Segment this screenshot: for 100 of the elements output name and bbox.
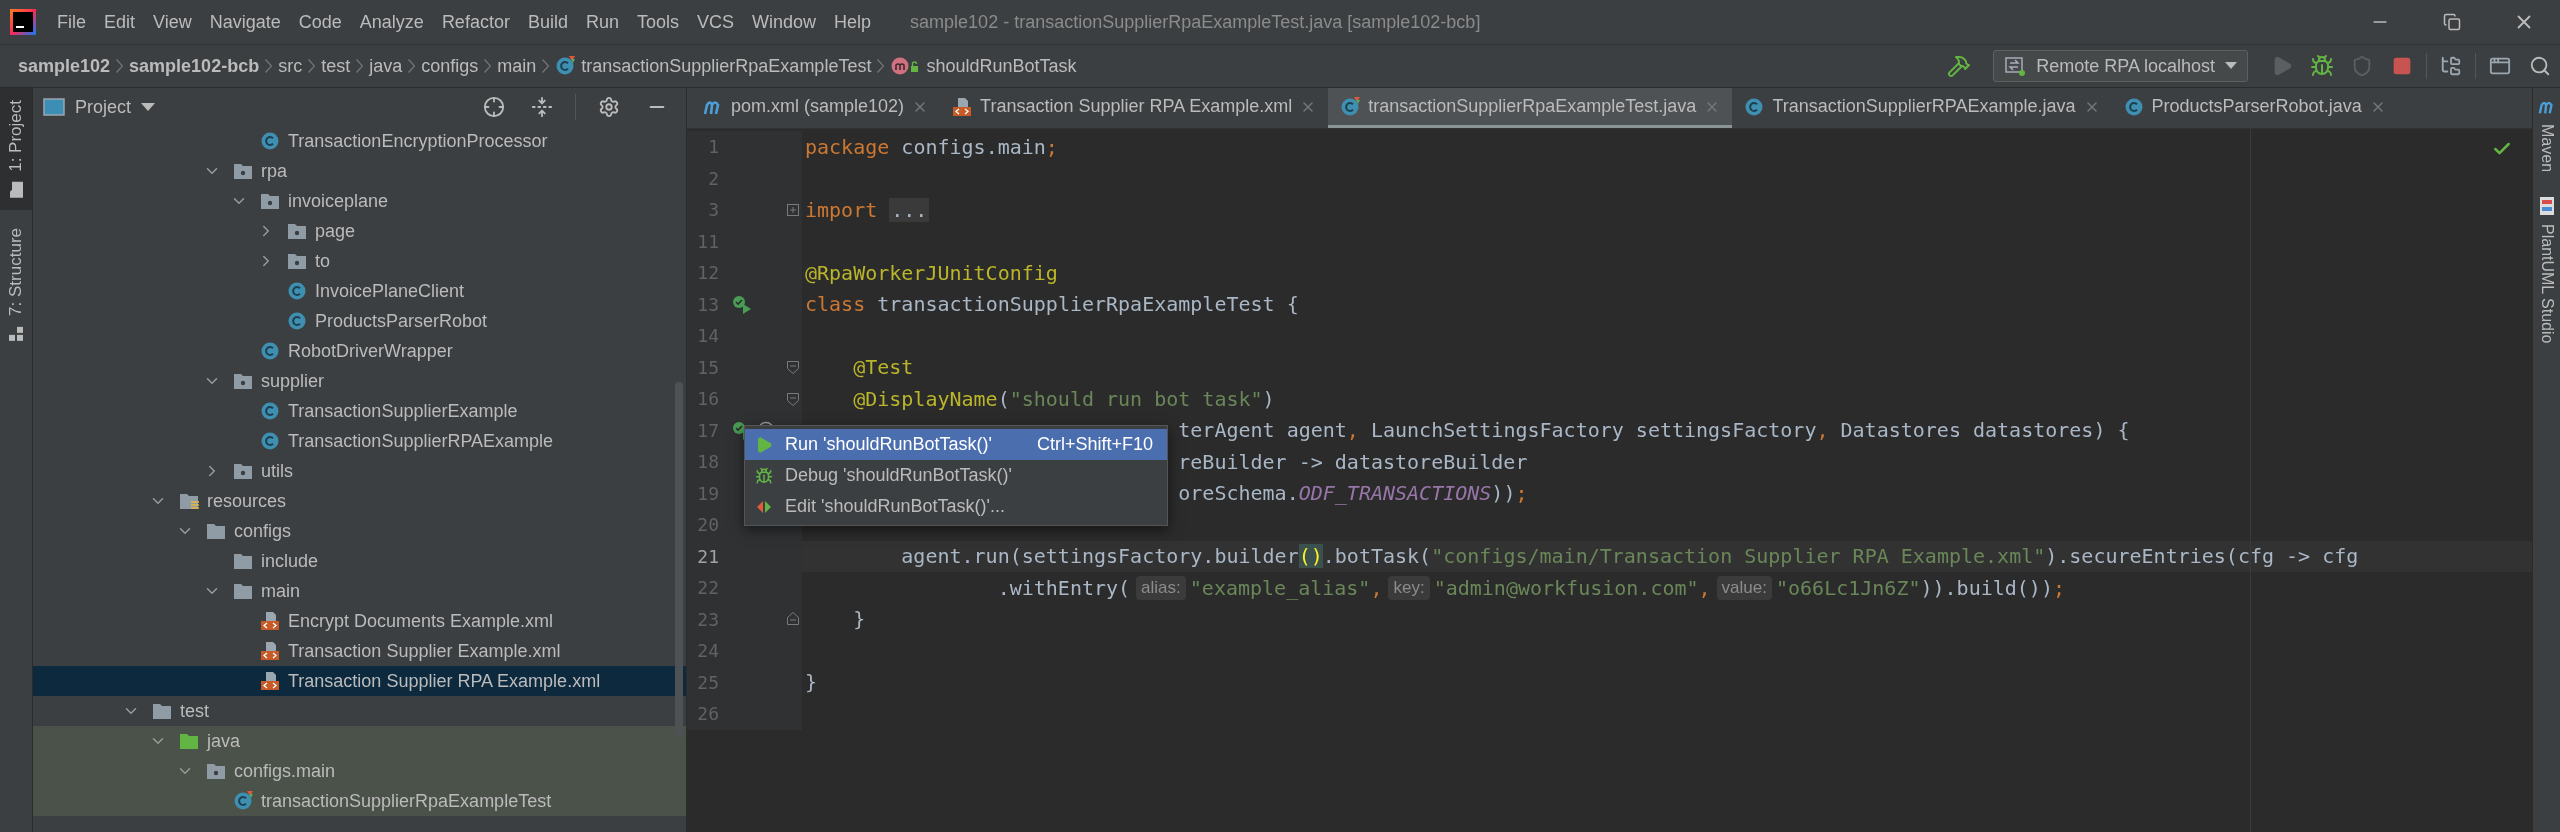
- menu-item[interactable]: Navigate: [200, 6, 290, 38]
- menu-item[interactable]: Tools: [627, 6, 688, 38]
- parameter-hint: value:: [1716, 575, 1772, 600]
- tree-item[interactable]: supplier: [33, 366, 686, 396]
- breadcrumb[interactable]: test: [315, 55, 357, 77]
- tree-item[interactable]: test: [33, 696, 686, 726]
- menu-item[interactable]: Code: [289, 6, 351, 38]
- code-line: class transactionSupplierRpaExampleTest {: [805, 292, 1299, 317]
- tree-item[interactable]: InvoicePlaneClient: [33, 276, 686, 306]
- tree-item[interactable]: to: [33, 246, 686, 276]
- tool-window-tab[interactable]: PlantUML Studio: [2533, 186, 2560, 354]
- line-number: 21: [696, 545, 719, 567]
- menu-item[interactable]: Edit 'shouldRunBotTask()'...: [745, 491, 1167, 522]
- parameter-hint: alias:: [1136, 575, 1186, 600]
- class-icon: [2123, 96, 2144, 117]
- collapse-all-icon[interactable]: [531, 96, 553, 118]
- tree-item[interactable]: transactionSupplierRpaExampleTest: [33, 786, 686, 816]
- settings-icon[interactable]: [598, 96, 620, 118]
- run-icon[interactable]: [731, 294, 753, 315]
- debug-icon[interactable]: [2310, 54, 2334, 78]
- tree-item[interactable]: utils: [33, 456, 686, 486]
- tree-item[interactable]: java: [33, 726, 686, 756]
- breadcrumb[interactable]: main: [491, 55, 543, 77]
- folder-icon: [233, 552, 253, 570]
- editor-tab[interactable]: pom.xml (sample102): [691, 88, 941, 128]
- stop-icon[interactable]: [2392, 56, 2412, 76]
- breadcrumb[interactable]: configs: [415, 55, 485, 77]
- scrollbar-thumb[interactable]: [675, 382, 683, 737]
- tree-item[interactable]: TransactionEncryptionProcessor: [33, 126, 686, 156]
- tree-item[interactable]: configs: [33, 516, 686, 546]
- editor-tab[interactable]: transactionSupplierRpaExampleTest.java: [1328, 88, 1733, 128]
- code-text: .withEntry(: [996, 575, 1131, 600]
- breadcrumb[interactable]: transactionSupplierRpaExampleTest: [549, 55, 878, 77]
- folder-icon: [179, 732, 199, 750]
- package-icon: [233, 462, 253, 480]
- package-icon: [233, 162, 253, 180]
- breadcrumb[interactable]: src: [272, 55, 309, 77]
- tree-item[interactable]: configs.main: [33, 756, 686, 786]
- tool-window-tab[interactable]: 1: Project: [0, 88, 32, 210]
- tool-window-tab[interactable]: Maven: [2533, 88, 2560, 183]
- menu-item[interactable]: Build: [518, 6, 577, 38]
- tree-item[interactable]: TransactionSupplierExample: [33, 396, 686, 426]
- tree-item[interactable]: resources: [33, 486, 686, 516]
- project-view-dropdown[interactable]: Project: [43, 96, 156, 118]
- locate-icon[interactable]: [483, 96, 505, 118]
- tree-item[interactable]: page: [33, 216, 686, 246]
- xml-file-icon: [952, 96, 973, 117]
- menu-item[interactable]: Run: [576, 6, 628, 38]
- search-icon[interactable]: [2529, 55, 2551, 77]
- test-class-icon: [1340, 96, 1361, 117]
- menu-item[interactable]: Help: [825, 6, 881, 38]
- code-line: agent.run(settingsFactory.builder().botTask("configs/main/Transaction Supplier RPA Example.xml").secureEntries(cfg -> cfg: [900, 544, 2359, 569]
- editor-tab[interactable]: Transaction Supplier RPA Example.xml: [940, 88, 1329, 128]
- package-icon: [206, 762, 226, 780]
- menu-item[interactable]: View: [144, 6, 201, 38]
- menu-item[interactable]: VCS: [688, 6, 743, 38]
- fold-marker-icon[interactable]: [785, 390, 800, 407]
- build-icon[interactable]: [1947, 54, 1972, 78]
- tree-item[interactable]: Transaction Supplier Example.xml: [33, 636, 686, 666]
- restore-icon[interactable]: [2443, 13, 2461, 31]
- tree-item[interactable]: Encrypt Documents Example.xml: [33, 606, 686, 636]
- menu-item[interactable]: Refactor: [432, 6, 519, 38]
- tree-item[interactable]: invoiceplane: [33, 186, 686, 216]
- tree-item[interactable]: RobotDriverWrapper: [33, 336, 686, 366]
- editor-tab[interactable]: TransactionSupplierRPAExample.java: [1732, 88, 2112, 128]
- xml-file-icon: [260, 611, 280, 631]
- tree-item[interactable]: TransactionSupplierRPAExample: [33, 426, 686, 456]
- fold-marker-icon[interactable]: [785, 201, 800, 218]
- breadcrumb[interactable]: java: [363, 55, 409, 77]
- xml-file-icon: [260, 671, 280, 691]
- folded-code[interactable]: ...: [889, 197, 930, 222]
- menu-item[interactable]: Window: [743, 6, 826, 38]
- tree-item[interactable]: Transaction Supplier RPA Example.xml: [33, 666, 686, 696]
- code-line: package configs.main;: [805, 134, 1058, 159]
- project-structure-icon[interactable]: [2440, 55, 2462, 77]
- breadcrumb[interactable]: shouldRunBotTask: [884, 55, 1083, 77]
- structure-icon: [8, 325, 24, 342]
- debug-icon: [755, 466, 773, 485]
- menu-item[interactable]: File: [48, 6, 95, 38]
- dropdown-caret-icon: [2225, 62, 2237, 70]
- menu-item[interactable]: Edit: [95, 6, 145, 38]
- menu-item[interactable]: Analyze: [350, 6, 433, 38]
- fold-marker-icon[interactable]: [785, 611, 800, 628]
- package-icon: [287, 252, 307, 270]
- tool-window-tab[interactable]: 7: Structure: [0, 215, 32, 354]
- tree-item[interactable]: ProductsParserRobot: [33, 306, 686, 336]
- fold-marker-icon[interactable]: [785, 359, 800, 376]
- breadcrumb[interactable]: sample102: [12, 55, 117, 77]
- menu-item[interactable]: Run 'shouldRunBotTask()' Ctrl+Shift+F10: [745, 429, 1167, 460]
- tree-item[interactable]: rpa: [33, 156, 686, 186]
- editor-tab[interactable]: ProductsParserRobot.java: [2111, 88, 2398, 128]
- tree-item[interactable]: include: [33, 546, 686, 576]
- code-text: "admin@workfusion.com",: [1433, 575, 1711, 600]
- code-line: @DisplayName("should run bot task"): [852, 386, 1275, 411]
- run-configuration-dropdown[interactable]: Remote RPA localhost: [1993, 50, 2248, 82]
- breadcrumb[interactable]: sample102-bcb: [123, 55, 266, 77]
- tree-item[interactable]: main: [33, 576, 686, 606]
- folder-icon: [179, 492, 199, 510]
- menu-item[interactable]: Debug 'shouldRunBotTask()': [745, 460, 1167, 491]
- terminal-icon[interactable]: [2489, 55, 2511, 77]
